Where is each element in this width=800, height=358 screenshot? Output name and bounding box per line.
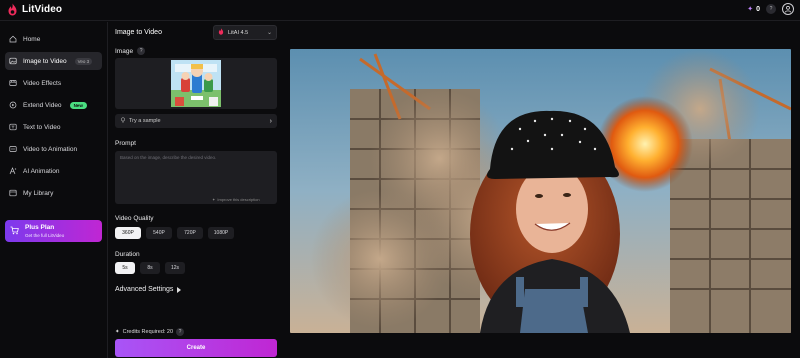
- image-upload-area[interactable]: [115, 58, 277, 109]
- model-select[interactable]: LitAI 4.5 ⌄: [213, 25, 277, 40]
- sidebar-item-video-to-animation[interactable]: Video to Animation: [5, 140, 102, 158]
- quality-option-540p[interactable]: 540P: [146, 227, 172, 239]
- duration-options: 5s 8s 12s: [115, 262, 185, 274]
- library-icon: [9, 189, 17, 197]
- credits-value: 0: [756, 5, 760, 13]
- image-section: Image ?: [115, 47, 146, 55]
- uploaded-image-thumbnail: [171, 60, 221, 107]
- sidebar-item-ai-animation[interactable]: AI Animation: [5, 162, 102, 180]
- duration-option-8s[interactable]: 8s: [140, 262, 160, 274]
- help-icon[interactable]: ?: [766, 4, 776, 14]
- sidebar-item-label: Text to Video: [23, 123, 61, 131]
- caret-right-icon: [177, 286, 182, 293]
- plan-subtitle: Get the full LitVideo: [25, 233, 65, 238]
- duration-option-12s[interactable]: 12s: [165, 262, 185, 274]
- sidebar: Home Image to Video Veo 3 Video Effects …: [0, 22, 108, 358]
- generation-panel: Image to Video LitAI 4.5 ⌄ Image ? Try a…: [109, 22, 285, 358]
- panel-title: Image to Video: [115, 29, 162, 36]
- quality-option-1080p[interactable]: 1080P: [208, 227, 234, 239]
- flame-model-icon: [218, 28, 224, 37]
- veo-badge: Veo 3: [74, 57, 93, 65]
- improve-description-button[interactable]: ✦ Improve this description: [212, 197, 260, 202]
- flame-logo-icon: [7, 3, 18, 16]
- sidebar-item-my-library[interactable]: My Library: [5, 184, 102, 202]
- home-icon: [9, 35, 17, 43]
- quality-option-360p[interactable]: 360P: [115, 227, 141, 239]
- quality-options: 360P 540P 720P 1080P: [115, 227, 234, 239]
- sidebar-item-label: Home: [23, 35, 41, 43]
- plan-title: Plus Plan: [25, 224, 55, 231]
- improve-label: Improve this description: [217, 197, 260, 202]
- preview-image: [290, 49, 791, 333]
- image-video-icon: [9, 57, 17, 65]
- sidebar-item-label: Video to Animation: [23, 145, 78, 153]
- sidebar-item-home[interactable]: Home: [5, 30, 102, 48]
- try-sample-button[interactable]: Try a sample ›: [115, 114, 277, 128]
- model-name: LitAI 4.5: [228, 29, 249, 36]
- plus-plan-banner[interactable]: Plus Plan Get the full LitVideo: [5, 220, 102, 242]
- text-video-icon: [9, 123, 17, 131]
- magic-wand-icon: ✦: [212, 197, 216, 202]
- prompt-section: Prompt: [115, 140, 136, 147]
- quality-section: Video Quality: [115, 215, 154, 222]
- sidebar-item-label: My Library: [23, 189, 54, 197]
- sidebar-item-video-effects[interactable]: Video Effects: [5, 74, 102, 92]
- quality-option-720p[interactable]: 720P: [177, 227, 203, 239]
- sidebar-item-label: AI Animation: [23, 167, 60, 175]
- sparkle-icon: ✦: [747, 6, 754, 13]
- top-bar: LitVideo ✦ 0 ?: [0, 0, 800, 21]
- sparkle-icon: ✦: [115, 329, 120, 335]
- user-avatar-icon[interactable]: [782, 3, 794, 15]
- preview-area: [286, 22, 800, 358]
- advanced-settings-toggle[interactable]: Advanced Settings: [115, 286, 182, 293]
- image-help-icon[interactable]: ?: [137, 47, 146, 55]
- sidebar-item-label: Image to Video: [23, 57, 67, 65]
- sidebar-item-text-to-video[interactable]: Text to Video: [5, 118, 102, 136]
- cart-icon: [10, 226, 19, 237]
- duration-section: Duration: [115, 251, 140, 258]
- sidebar-item-extend-video[interactable]: Extend Video New: [5, 96, 102, 114]
- app-logo[interactable]: LitVideo: [7, 3, 62, 16]
- sidebar-item-label: Extend Video: [23, 101, 62, 109]
- prompt-label: Prompt: [115, 140, 136, 147]
- advanced-settings-label: Advanced Settings: [115, 286, 174, 293]
- app-name: LitVideo: [22, 4, 63, 15]
- chevron-right-icon: ›: [269, 117, 272, 125]
- bulb-icon: [120, 117, 126, 125]
- sidebar-item-label: Video Effects: [23, 79, 62, 87]
- new-badge: New: [69, 101, 87, 109]
- credits-help-icon[interactable]: ?: [176, 328, 185, 336]
- ai-animation-icon: [9, 167, 17, 175]
- extend-icon: [9, 101, 17, 109]
- try-sample-label: Try a sample: [129, 118, 161, 124]
- duration-label: Duration: [115, 251, 140, 258]
- chevron-down-icon: ⌄: [266, 30, 272, 36]
- animation-icon: [9, 145, 17, 153]
- effects-icon: [9, 79, 17, 87]
- quality-label: Video Quality: [115, 215, 154, 222]
- image-label: Image: [115, 47, 134, 55]
- credits-required-label: Credits Required: 20: [122, 329, 174, 335]
- credits-required: ✦ Credits Required: 20 ?: [115, 328, 185, 336]
- create-button[interactable]: Create: [115, 339, 277, 357]
- duration-option-5s[interactable]: 5s: [115, 262, 135, 274]
- sidebar-item-image-to-video[interactable]: Image to Video Veo 3: [5, 52, 102, 70]
- credits-counter[interactable]: ✦ 0: [747, 5, 760, 14]
